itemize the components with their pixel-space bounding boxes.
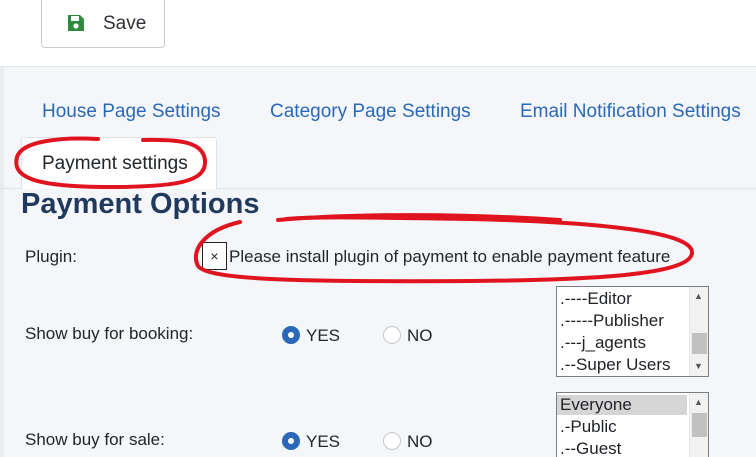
- tab-house-page-settings[interactable]: House Page Settings: [42, 101, 221, 123]
- plugin-notice: Please install plugin of payment to enab…: [229, 247, 671, 266]
- scrollbar[interactable]: ▲ ▼: [689, 287, 708, 376]
- annotation-underline-title: [276, 213, 562, 222]
- booking-yes-radio[interactable]: [282, 326, 300, 344]
- section-title: Payment Options: [21, 188, 260, 220]
- sale-label: Show buy for sale:: [25, 430, 165, 449]
- save-button[interactable]: Save: [41, 0, 165, 48]
- annotation-marks: [14, 136, 694, 284]
- list-item-selected[interactable]: Everyone: [557, 395, 687, 415]
- tab-category-page-settings[interactable]: Category Page Settings: [270, 101, 471, 123]
- close-icon[interactable]: ×: [202, 242, 227, 270]
- booking-label: Show buy for booking:: [25, 324, 194, 343]
- scroll-down-icon[interactable]: ▼: [694, 361, 703, 371]
- toolbar: Save: [0, 0, 756, 67]
- tab-payment-settings[interactable]: Payment settings: [21, 137, 217, 189]
- scroll-up-icon[interactable]: ▲: [694, 291, 703, 301]
- booking-groups-listbox[interactable]: .----Editor .-----Publisher .---j_agents…: [556, 286, 709, 377]
- booking-yes-label: YES: [306, 326, 341, 345]
- list-item[interactable]: .--Super Users: [560, 355, 671, 375]
- left-edge: [0, 66, 4, 457]
- save-button-label: Save: [103, 13, 147, 34]
- booking-no-radio[interactable]: [383, 326, 401, 344]
- scrollbar[interactable]: ▲: [689, 393, 708, 457]
- floppy-disk-icon: [66, 13, 86, 33]
- list-item[interactable]: .-----Publisher: [560, 311, 664, 331]
- list-item[interactable]: .----Editor: [560, 289, 632, 309]
- sale-no-radio[interactable]: [383, 432, 401, 450]
- sale-groups-listbox[interactable]: Everyone .-Public .--Guest ▲: [556, 392, 709, 457]
- sale-yes-radio[interactable]: [282, 432, 300, 450]
- booking-no-label: NO: [407, 326, 433, 345]
- sale-no-label: NO: [407, 432, 433, 451]
- plugin-label: Plugin:: [25, 247, 77, 266]
- list-item[interactable]: .---j_agents: [560, 333, 646, 353]
- list-item[interactable]: .-Public: [560, 417, 617, 437]
- scroll-up-icon[interactable]: ▲: [694, 397, 703, 407]
- scroll-thumb[interactable]: [692, 333, 707, 354]
- scroll-thumb[interactable]: [692, 413, 707, 437]
- list-item[interactable]: .--Guest: [560, 439, 621, 457]
- sale-yes-label: YES: [306, 432, 341, 451]
- tab-payment-settings-label: Payment settings: [42, 153, 188, 174]
- tab-email-notification-settings[interactable]: Email Notification Settings: [520, 101, 741, 123]
